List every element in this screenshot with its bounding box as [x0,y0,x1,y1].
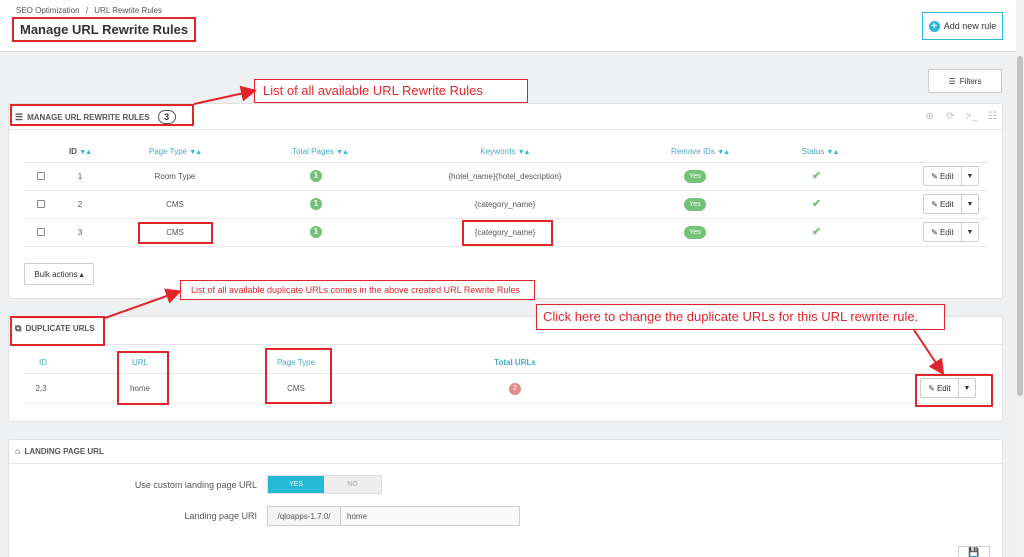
total-pages-badge: 1 [310,170,322,182]
caret-down-icon[interactable]: ▼ [962,223,978,241]
add-new-rule-label: Add new rule [943,21,997,31]
save-icon[interactable]: 💾 [958,546,990,557]
row-actions: ✎ Edit ▼ [923,166,979,186]
total-pages-badge: 1 [310,198,322,210]
landing-panel-divider [9,463,1002,464]
breadcrumb-current: URL Rewrite Rules [94,6,163,15]
panel-toolbar: ⊕ ⟳ >_ ☷ [920,110,1002,124]
status-check-icon[interactable]: ✔ [812,169,821,182]
filters-label: Filters [959,76,982,86]
status-check-icon[interactable]: ✔ [812,197,821,210]
row-id: 2 [77,200,83,209]
remove-ids-badge: Yes [684,170,706,183]
breadcrumb-parent[interactable]: SEO Optimization [16,6,80,15]
landing-panel-title-text: LANDING PAGE URL [24,446,104,456]
toggle-no[interactable]: NO [324,476,381,493]
highlight-dup-url [117,351,169,405]
rules-panel-divider [9,129,1002,130]
landing-page-panel [8,439,1003,557]
dup-column-header-total-urls[interactable]: Total URLs [483,358,547,367]
total-urls-badge: 2 [509,383,521,395]
home-icon: ⌂ [15,446,21,456]
page-header: SEO Optimization / URL Rewrite Rules Man… [0,0,1016,52]
landing-uri-input[interactable]: home [341,507,519,525]
status-check-icon[interactable]: ✔ [812,225,821,238]
pencil-icon: ✎ [931,227,938,237]
caret-down-icon[interactable]: ▼ [962,167,978,185]
edit-button[interactable]: ✎ Edit [924,195,962,213]
row-page-type: Room Type [154,172,196,181]
row-divider [24,218,988,219]
caret-down-icon[interactable]: ▼ [962,195,978,213]
filters-button[interactable]: ☰ Filters [928,69,1002,93]
callout-list-duplicates: List of all available duplicate URLs com… [180,280,535,300]
plus-icon: + [928,20,940,32]
column-header-page-type[interactable]: Page Type ▼▲ [135,147,215,156]
row-keywords: {category_name} [474,200,536,209]
highlight-keywords [462,220,553,246]
highlight-page-type-cms [138,222,213,244]
page-scrollbar[interactable] [1016,0,1024,557]
database-icon[interactable]: ☷ [983,110,1002,124]
page-title: Manage URL Rewrite Rules [12,17,197,42]
callout-change-duplicates: Click here to change the duplicate URLs … [536,304,945,330]
pencil-icon: ✎ [931,171,938,181]
add-circle-icon[interactable]: ⊕ [920,110,939,124]
total-pages-badge: 1 [310,226,322,238]
custom-landing-label: Use custom landing page URL [134,480,257,490]
row-divider [24,246,988,247]
row-id: 1 [77,172,83,181]
highlight-duplicate-title [10,316,105,346]
remove-ids-badge: Yes [684,226,706,239]
landing-uri-field: /qloapps-1.7.0/ home [267,506,520,526]
row-checkbox[interactable] [37,200,45,208]
dup-column-header-id[interactable]: ID [28,358,58,367]
row-id: 3 [77,228,83,237]
sliders-icon: ☰ [948,76,956,86]
column-header-status[interactable]: Status ▼▲ [785,147,855,156]
breadcrumb-separator: / [85,6,89,15]
terminal-icon[interactable]: >_ [962,110,981,124]
custom-landing-toggle[interactable]: YES NO [267,475,382,494]
row-checkbox[interactable] [37,228,45,236]
duplicate-panel-divider [9,344,1002,345]
row-actions: ✎ Edit ▼ [923,194,979,214]
row-actions: ✎ Edit ▼ [923,222,979,242]
breadcrumb: SEO Optimization / URL Rewrite Rules [16,6,162,15]
column-header-keywords[interactable]: Keywords ▼▲ [460,147,550,156]
column-header-total-pages[interactable]: Total Pages ▼▲ [275,147,365,156]
dup-row-id: 2,3 [35,384,47,393]
highlight-rules-title [10,104,194,126]
remove-ids-badge: Yes [684,198,706,211]
callout-list-rules: List of all available URL Rewrite Rules [254,79,528,103]
column-header-remove-ids[interactable]: Remove IDs ▼▲ [655,147,745,156]
table-header-line [24,162,988,163]
edit-button[interactable]: ✎ Edit [924,223,962,241]
pencil-icon: ✎ [931,199,938,209]
row-checkbox[interactable] [37,172,45,180]
row-divider [24,190,988,191]
scrollbar-thumb[interactable] [1017,56,1023,396]
column-header-id[interactable]: ID ▼▲ [62,147,98,156]
add-new-rule-button[interactable]: + Add new rule [922,12,1003,40]
row-page-type: CMS [166,200,184,209]
landing-panel-title: ⌂ LANDING PAGE URL [15,446,104,456]
landing-uri-label: Landing page URI [184,511,257,521]
refresh-icon[interactable]: ⟳ [941,110,960,124]
landing-uri-prefix: /qloapps-1.7.0/ [268,507,341,525]
highlight-dup-page-type [265,348,332,404]
bulk-actions-button[interactable]: Bulk actions ▴ [24,263,94,285]
highlight-dup-edit [915,374,993,407]
row-keywords: {hotel_name}{hotel_description} [448,172,562,181]
toggle-yes[interactable]: YES [268,476,325,493]
edit-button[interactable]: ✎ Edit [924,167,962,185]
